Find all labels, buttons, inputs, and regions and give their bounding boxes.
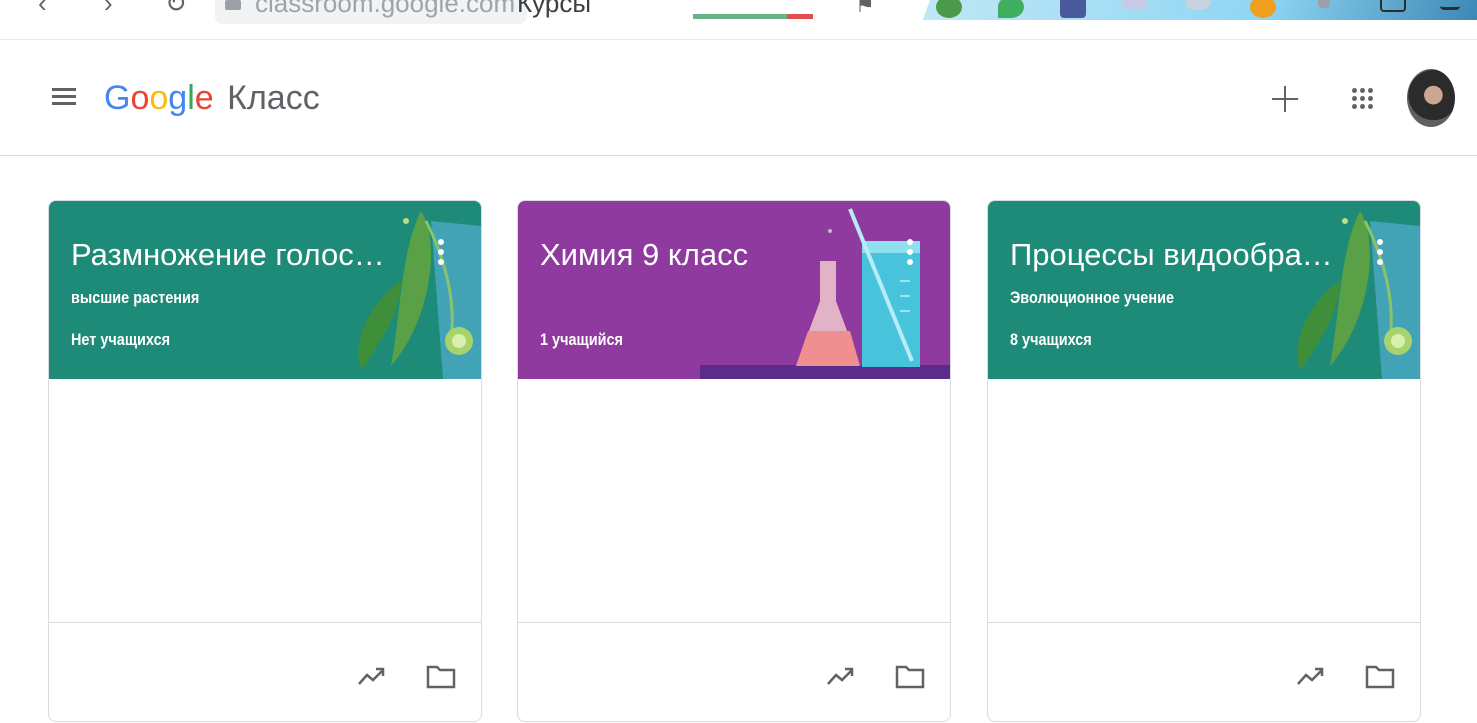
course-card-header[interactable]: Размножение голосеменных высшие растения… (49, 201, 481, 379)
chemistry-illustration (700, 208, 950, 379)
plus-icon[interactable] (1270, 84, 1300, 114)
course-title[interactable]: Процессы видообразования (1010, 237, 1340, 273)
course-card-footer (49, 622, 481, 721)
trending-up-icon[interactable] (357, 664, 387, 688)
course-card[interactable]: Химия 9 класс 1 учащийся (517, 200, 951, 722)
course-card-header[interactable]: Процессы видообразования Эволюционное уч… (988, 201, 1420, 379)
course-card[interactable]: Размножение голосеменных высшие растения… (48, 200, 482, 722)
plant-illustration (1297, 211, 1420, 379)
extension-icon[interactable] (1122, 0, 1148, 10)
chat-icon[interactable] (1380, 0, 1406, 12)
extension-icon[interactable] (1060, 0, 1086, 18)
student-count: 1 учащийся (540, 330, 623, 349)
apps-icon[interactable] (1350, 86, 1374, 110)
course-card[interactable]: Процессы видообразования Эволюционное уч… (987, 200, 1421, 722)
google-classroom-logo[interactable]: Google Класс (104, 76, 320, 120)
extension-icon[interactable] (1318, 0, 1330, 8)
product-name: Класс (227, 79, 320, 117)
more-options-icon[interactable] (431, 237, 451, 267)
more-options-icon[interactable] (900, 237, 920, 267)
folder-icon[interactable] (895, 663, 925, 689)
lock-icon (225, 0, 241, 10)
folder-icon[interactable] (1365, 663, 1395, 689)
reload-icon[interactable]: ↻ (165, 0, 187, 19)
browser-tab-title[interactable]: Курсы (517, 0, 591, 19)
trending-up-icon[interactable] (826, 664, 856, 688)
download-icon[interactable] (1440, 0, 1460, 10)
more-options-icon[interactable] (1370, 237, 1390, 267)
back-icon[interactable]: ‹ (38, 0, 47, 19)
course-subtitle: высшие растения (71, 288, 200, 307)
trending-up-icon[interactable] (1296, 664, 1326, 688)
address-bar-url: classroom.google.com (255, 0, 516, 18)
folder-icon[interactable] (426, 663, 456, 689)
course-card-footer (518, 622, 950, 721)
loading-progress-bar (693, 14, 813, 19)
course-card-header[interactable]: Химия 9 класс 1 учащийся (518, 201, 950, 379)
avatar[interactable] (1407, 69, 1455, 127)
app-header: Google Класс (0, 42, 1477, 156)
course-title[interactable]: Размножение голосеменных (71, 237, 401, 273)
forward-icon[interactable]: › (104, 0, 113, 19)
plant-illustration (358, 211, 481, 379)
address-bar[interactable]: classroom.google.com (215, 0, 528, 24)
browser-toolbar: ‹ › ↻ classroom.google.com Курсы ⚑ (0, 0, 1477, 40)
student-count: 8 учащихся (1010, 330, 1092, 349)
student-count: Нет учащихся (71, 330, 171, 349)
course-subtitle: Эволюционное учение (1010, 288, 1174, 307)
menu-icon[interactable] (52, 88, 76, 106)
course-title[interactable]: Химия 9 класс (540, 237, 870, 273)
bookmark-icon[interactable]: ⚑ (855, 0, 875, 18)
course-card-footer (988, 622, 1420, 721)
